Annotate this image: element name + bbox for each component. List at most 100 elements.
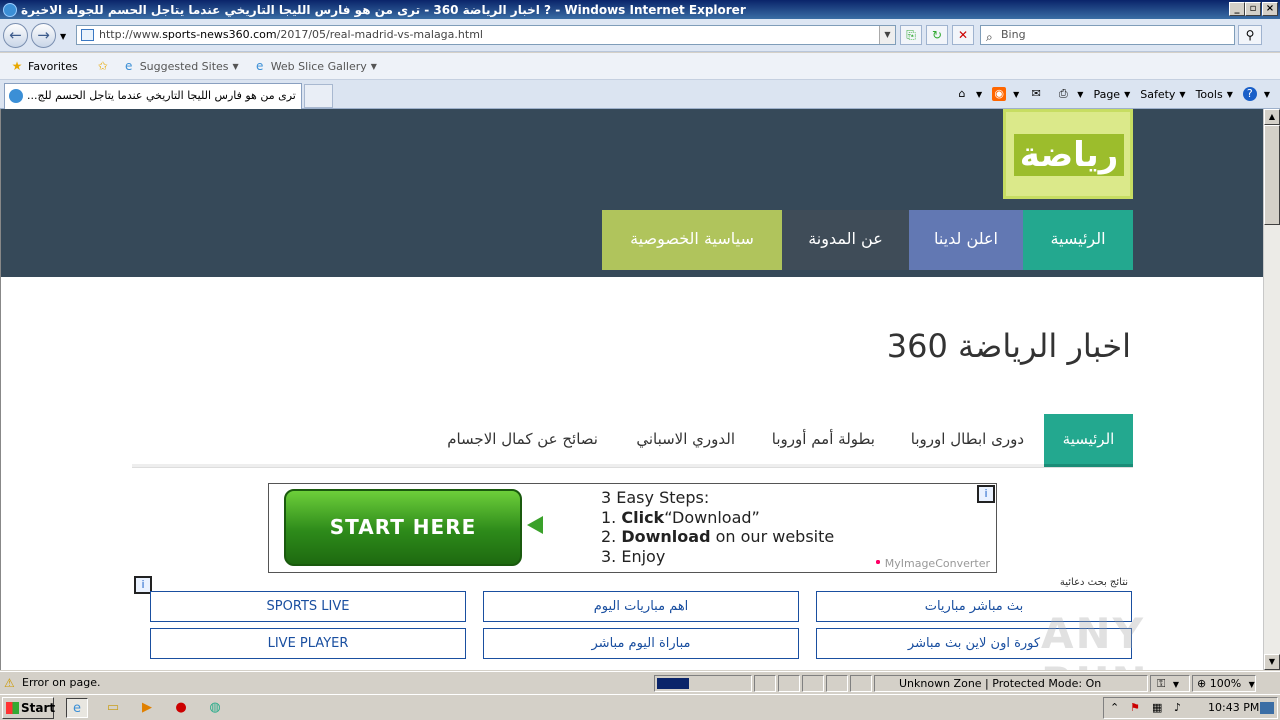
volume-icon[interactable]: ♪: [1174, 698, 1181, 718]
rss-icon: ◉: [992, 87, 1007, 101]
chevron-down-icon: ▼: [975, 89, 983, 99]
scroll-down-button[interactable]: ▼: [1264, 654, 1280, 670]
topnav-privacy[interactable]: سياسية الخصوصية: [602, 210, 782, 270]
forward-button[interactable]: →: [31, 23, 56, 48]
network-alert-icon[interactable]: ⚑: [1130, 698, 1140, 718]
status-pane: [826, 675, 848, 692]
search-input[interactable]: ⌕ Bing: [980, 25, 1235, 45]
mainnav-bodybuilding[interactable]: نصائح عن كمال الاجسام: [447, 414, 598, 464]
start-button[interactable]: Start: [2, 697, 55, 719]
mail-button[interactable]: ✉: [1029, 87, 1046, 101]
chevron-down-icon: ▼: [1013, 89, 1020, 99]
status-pane: [850, 675, 872, 692]
progress-fill: [657, 678, 689, 689]
tab-title: ترى من هو فارس الليجا التاريخي عندما يتا…: [27, 89, 296, 102]
ad-step-3: 3. Enjoy: [601, 546, 666, 566]
web-slice-gallery-button[interactable]: e Web Slice Gallery ▼: [249, 55, 381, 77]
print-icon: ⎙: [1058, 87, 1068, 100]
ie-taskbar-icon[interactable]: e: [66, 698, 88, 718]
tab-active[interactable]: ترى من هو فارس الليجا التاريخي عندما يتا…: [4, 83, 302, 109]
favorites-button[interactable]: ★ Favorites: [6, 55, 82, 77]
chevron-down-icon: ▼: [1077, 89, 1084, 99]
ad-link[interactable]: مباراة اليوم مباشر: [483, 628, 799, 659]
add-favorite-button[interactable]: ✩: [92, 55, 118, 77]
minimize-button[interactable]: _: [1229, 2, 1245, 16]
media-player-taskbar-icon[interactable]: ▶: [136, 698, 158, 718]
ad-steps: 3 Easy Steps: 1. Click“Download” 2. Down…: [601, 488, 834, 566]
antivirus-taskbar-icon[interactable]: ●: [170, 698, 192, 718]
ad-link[interactable]: SPORTS LIVE: [150, 591, 466, 622]
protected-mode-button[interactable]: ⚿ ▼: [1150, 675, 1190, 692]
topnav-about[interactable]: عن المدونة: [782, 210, 909, 270]
url-path: /2017/05/real-madrid-vs-malaga.html: [276, 28, 483, 41]
zoom-icon: ⊕: [1197, 677, 1207, 690]
explorer-taskbar-icon[interactable]: ▭: [102, 698, 124, 718]
refresh-icon[interactable]: ↻: [926, 25, 948, 45]
navigation-bar: ← → ▼ http://www.sports-news360.com/2017…: [0, 19, 1280, 52]
status-pane: [754, 675, 776, 692]
clock[interactable]: 10:43 PM: [1208, 698, 1259, 718]
address-dropdown-icon[interactable]: ▼: [879, 26, 895, 44]
mainnav-euro[interactable]: بطولة أمم أوروبا: [772, 414, 875, 464]
chrome-taskbar-icon[interactable]: ◍: [204, 698, 226, 718]
status-message[interactable]: Error on page.: [22, 672, 100, 694]
tools-menu[interactable]: Tools ▼: [1196, 88, 1233, 101]
search-button[interactable]: ⚲: [1238, 25, 1262, 45]
page-menu[interactable]: Page ▼: [1093, 88, 1130, 101]
site-logo[interactable]: رياضة: [1003, 109, 1133, 199]
history-dropdown-icon[interactable]: ▼: [60, 32, 66, 41]
ad-heading: 3 Easy Steps:: [601, 488, 710, 507]
print-button[interactable]: ⎙ ▼: [1056, 87, 1084, 101]
topnav-advertise[interactable]: اعلن لدينا: [909, 210, 1023, 270]
show-desktop-icon[interactable]: [1260, 702, 1274, 714]
add-favorite-icon: ✩: [97, 59, 108, 73]
start-here-button[interactable]: START HERE: [284, 489, 522, 566]
chevron-down-icon: ▼: [370, 61, 377, 71]
zoom-button[interactable]: ⊕ 100% ▼: [1192, 675, 1256, 692]
warning-icon: ⚠: [4, 676, 15, 690]
mail-icon: ✉: [1031, 87, 1041, 100]
logo-text: رياضة: [1014, 134, 1124, 176]
ad-link[interactable]: اهم مباريات اليوم: [483, 591, 799, 622]
arrow-left-icon: [527, 516, 543, 534]
topnav-home[interactable]: الرئيسية: [1023, 210, 1133, 270]
maximize-button[interactable]: ▫: [1245, 2, 1261, 16]
url-domain: sports-news360.com: [162, 28, 277, 41]
network-icon[interactable]: ▦: [1152, 698, 1162, 718]
tab-bar: ترى من هو فارس الليجا التاريخي عندما يتا…: [0, 80, 1280, 109]
address-bar[interactable]: http://www.sports-news360.com/2017/05/re…: [76, 25, 896, 45]
ad-step-2: 2. Download on our website: [601, 527, 835, 546]
safety-menu[interactable]: Safety ▼: [1140, 88, 1185, 101]
close-button[interactable]: ×: [1262, 2, 1278, 16]
mainnav-champions-league[interactable]: دورى ابطال اوروبا: [911, 414, 1024, 464]
main-navigation: الرئيسية دورى ابطال اوروبا بطولة أمم أور…: [132, 414, 1133, 467]
banner-ad[interactable]: START HERE 3 Easy Steps: 1. Click“Downlo…: [268, 483, 997, 573]
mainnav-home[interactable]: الرئيسية: [1044, 414, 1133, 467]
ie-icon: [3, 2, 17, 17]
stop-icon[interactable]: ✕: [952, 25, 974, 45]
status-pane: [802, 675, 824, 692]
chevron-down-icon: ▼: [1248, 680, 1255, 689]
search-placeholder: Bing: [1001, 28, 1026, 41]
compatibility-view-icon[interactable]: ⎘: [900, 25, 922, 45]
help-icon: ?: [1242, 87, 1257, 101]
suggested-sites-button[interactable]: e Suggested Sites ▼: [118, 55, 243, 77]
vertical-scrollbar[interactable]: ▲ ▼: [1263, 109, 1280, 670]
back-button[interactable]: ←: [3, 23, 28, 48]
feeds-button[interactable]: ◉ ▼: [992, 87, 1019, 101]
new-tab-button[interactable]: [304, 84, 333, 108]
chevron-down-icon: ▼: [1172, 680, 1180, 689]
security-zone[interactable]: Unknown Zone | Protected Mode: On: [874, 675, 1148, 692]
home-button[interactable]: ⌂ ▼: [955, 87, 982, 101]
ad-link[interactable]: LIVE PLAYER: [150, 628, 466, 659]
home-icon: ⌂: [958, 87, 966, 100]
scroll-thumb[interactable]: [1264, 125, 1280, 225]
help-menu[interactable]: ? ▼: [1242, 87, 1270, 101]
ad-info-icon[interactable]: i: [977, 485, 995, 503]
chevron-down-icon: ▼: [1226, 89, 1233, 99]
tray-expand-icon[interactable]: ⌃: [1110, 698, 1119, 718]
chevron-down-icon: ▼: [232, 61, 239, 71]
mainnav-la-liga[interactable]: الدوري الاسباني: [636, 414, 735, 464]
ie-tab-icon: [9, 89, 23, 103]
scroll-up-button[interactable]: ▲: [1264, 109, 1280, 125]
